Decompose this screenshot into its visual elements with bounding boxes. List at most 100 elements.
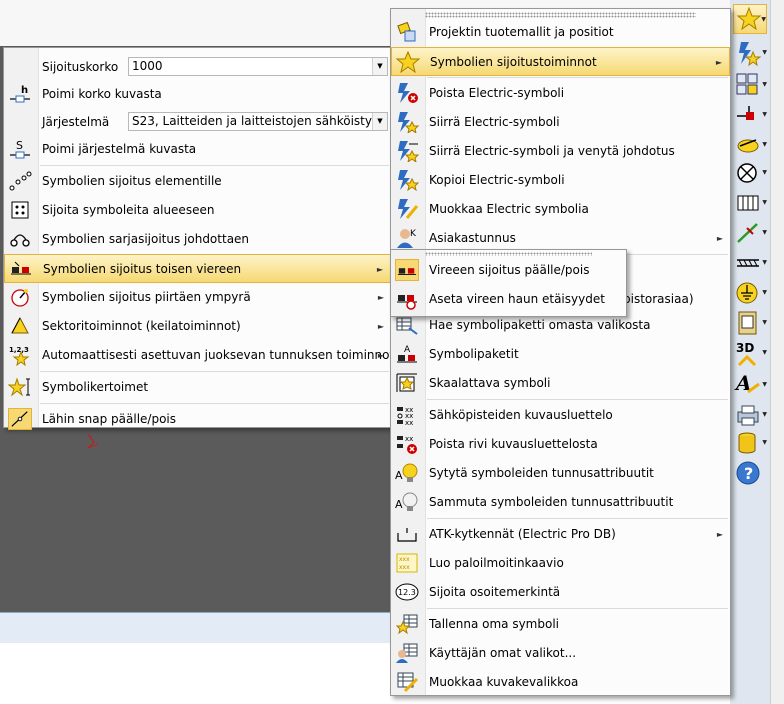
system-combo[interactable]: S23, Laitteiden ja laitteistojen sähköis… [128,112,388,131]
place-beside-icon [11,261,31,275]
series-wiring-icon [10,234,30,247]
menu-item-delete-electric-symbol[interactable]: Poista Electric-symboli [391,79,730,108]
menu-item-circle-placement[interactable]: Symbolien sijoitus piirtäen ympyrä ► [4,283,391,312]
menu-item-label: Sijoita osoitemerkintä [429,585,561,599]
menu-item-point-description-list[interactable]: xx xx xx Sähköpisteiden kuvausluettelo [391,401,730,430]
menu-item-label: Poimi järjestelmä kuvasta [42,142,197,156]
symbol-grid-icon[interactable]: ▼ [733,70,767,100]
menu-item-label: Muokkaa Electric symbolia [429,202,589,216]
menu-item-lightbulb-on[interactable]: A Sytytä symboleiden tunnusattribuutit [391,459,730,488]
menu-item-symbol-placement[interactable]: Symbolien sijoitustoiminnot ► [391,47,730,76]
menu-separator [427,608,728,609]
menu-item-user-menus[interactable]: Käyttäjän omat valikot... [391,639,730,668]
fetch-symbol-package-icon [396,317,418,335]
switch-icon[interactable]: ▼ [733,130,767,160]
svg-text:S: S [16,139,23,152]
terminal-block-icon[interactable]: ▼ [733,188,767,218]
menu-item-label: Muokkaa kuvakevalikkoa [429,675,579,689]
print-icon[interactable]: ▼ [733,400,767,430]
star-placement-icon[interactable]: ▼ [733,4,767,34]
menu-item-edit-electric-symbol[interactable]: Muokkaa Electric symbolia [391,195,730,224]
svg-text:K: K [410,229,417,239]
svg-text:xx: xx [405,419,413,426]
system-row: Järjestelmä S23, Laitteiden ja laitteist… [4,109,391,135]
menu-item-move-stretch-wiring[interactable]: Siirrä Electric-symboli ja venytä johdot… [391,137,730,166]
menu-item-nearest-snap[interactable]: Lähin snap päälle/pois [4,405,391,434]
menu-item-label: Siirrä Electric-symboli ja venytä johdot… [429,144,675,158]
menu-item-label: pistorasiaa) [623,292,694,306]
menu-item-element-placement[interactable]: Symbolien sijoitus elementille [4,167,391,196]
vertical-scrollbar[interactable] [770,0,784,704]
menu-item-area-placement[interactable]: Sijoita symboleita alueeseen [4,196,391,225]
submenu-arrow-icon: ► [716,234,723,243]
earth-symbol-icon[interactable]: ▼ [733,278,767,308]
menu-separator [40,165,389,166]
svg-text:xxx: xxx [399,564,410,571]
menu-item-beside-toggle[interactable]: Vireeen sijoitus päälle/pois [391,256,626,285]
database-icon[interactable]: ▼ [733,428,767,458]
menu-separator [427,77,728,78]
fire-alarm-diagram-icon: xxxxxx [396,553,418,573]
chevron-down-icon[interactable]: ▼ [372,113,387,130]
menu-item-auto-numbering[interactable]: 1,2,3 Automaattisesti asettuvan juokseva… [4,341,394,370]
menu-item-scalable-symbol[interactable]: Skaalattava symboli [391,369,730,398]
delete-electric-symbol-icon [398,83,418,103]
sector-icon [11,316,29,334]
lightbulb-on-icon: A [395,463,418,482]
3d-icon[interactable]: 3D ▼ [733,338,767,368]
pick-height-icon: h [10,85,30,103]
menu-item-beside-distance-settings[interactable]: Aseta vireen haun etäisyydet [391,285,626,314]
cable-tray-icon[interactable]: ▼ [733,248,767,278]
menu-item-label: Sektoritoiminnot (keilatoiminnot) [42,319,241,333]
chevron-down-icon[interactable]: ▼ [372,58,387,75]
menu-item-save-own-symbol[interactable]: Tallenna oma symboli [391,610,730,639]
menu-item-copy-electric-symbol[interactable]: Kopioi Electric-symboli [391,166,730,195]
menu-item-fire-alarm-diagram[interactable]: xxx xxx Luo paloilmoitinkaavio [391,549,730,578]
system-value: S23, Laitteiden ja laitteistojen sähköis… [132,114,379,128]
menu-item-pick-system[interactable]: S Poimi järjestelmä kuvasta [4,135,391,164]
svg-text:1,2,3: 1,2,3 [9,346,29,354]
submenu-arrow-icon: ► [716,530,723,539]
menu-item-pick-height[interactable]: h Poimi korko kuvasta [4,80,391,109]
element-placement-icon [9,171,32,191]
menu-separator [427,518,728,519]
menu-item-edit-icon-menu[interactable]: Muokkaa kuvakevalikkoa [391,668,730,697]
data-connection-icon [397,528,417,542]
menu-item-label: Kopioi Electric-symboli [429,173,565,187]
menu-item-label: Symbolien sijoitustoiminnot [430,55,597,69]
menu-item-symbol-factor[interactable]: Symbolikertoimet [4,373,391,402]
menu-item-label: Sytytä symboleiden tunnusattribuutit [429,466,654,480]
circle-placement-icon [11,289,29,307]
red-cursor-mark [87,433,99,449]
green-line-icon[interactable]: ▼ [733,218,767,248]
menu-item-label: Aseta vireen haun etäisyydet [429,292,605,306]
panel-icon[interactable]: ▼ [733,308,767,338]
edit-electric-symbol-icon [398,199,419,219]
delete-list-row-icon: xx [397,435,417,454]
menu-item-label: Skaalattava symboli [429,376,551,390]
menu-item-label: Poimi korko kuvasta [42,87,162,101]
svg-text:A: A [395,498,403,511]
menu-item-series-wiring[interactable]: Symbolien sarjasijoitus johdottaen [4,225,391,254]
menu-item-delete-list-row[interactable]: xx Poista rivi kuvausluettelosta [391,430,730,459]
scalable-symbol-icon [396,373,417,392]
help-icon[interactable]: ? [733,458,767,488]
submenu-arrow-icon: ► [377,293,384,302]
menu-item-address-label[interactable]: 12.3 Sijoita osoitemerkintä [391,578,730,607]
menu-item-sector[interactable]: Sektoritoiminnot (keilatoiminnot) ► [4,312,391,341]
menu-item-symbol-packages[interactable]: A Symbolipaketit [391,340,730,369]
text-style-icon[interactable]: A ▼ [733,370,767,400]
menu-item-move-electric-symbol[interactable]: Siirrä Electric-symboli [391,108,730,137]
wiring-icon[interactable]: ▼ [733,100,767,130]
menu-item-product-models[interactable]: Projektin tuotemallit ja positiot [391,18,730,47]
menu-item-data-connection[interactable]: ATK-kytkennät (Electric Pro DB) ► [391,520,730,549]
menu-item-label: Symbolien sijoitus piirtäen ympyrä [42,290,251,304]
cross-circle-icon[interactable]: ▼ [733,158,767,188]
menu-item-lightbulb-off[interactable]: A Sammuta symboleiden tunnusattribuutit [391,488,730,517]
placement-height-combo[interactable]: 1000 ▼ [128,57,388,76]
product-models-icon [397,21,416,42]
submenu-arrow-icon: ► [377,351,384,360]
electric-symbols-icon[interactable]: ▼ [733,38,767,68]
menu-item-place-beside[interactable]: Symbolien sijoitus toisen viereen ► [4,254,391,283]
auto-numbering-icon: 1,2,3 [9,346,30,366]
